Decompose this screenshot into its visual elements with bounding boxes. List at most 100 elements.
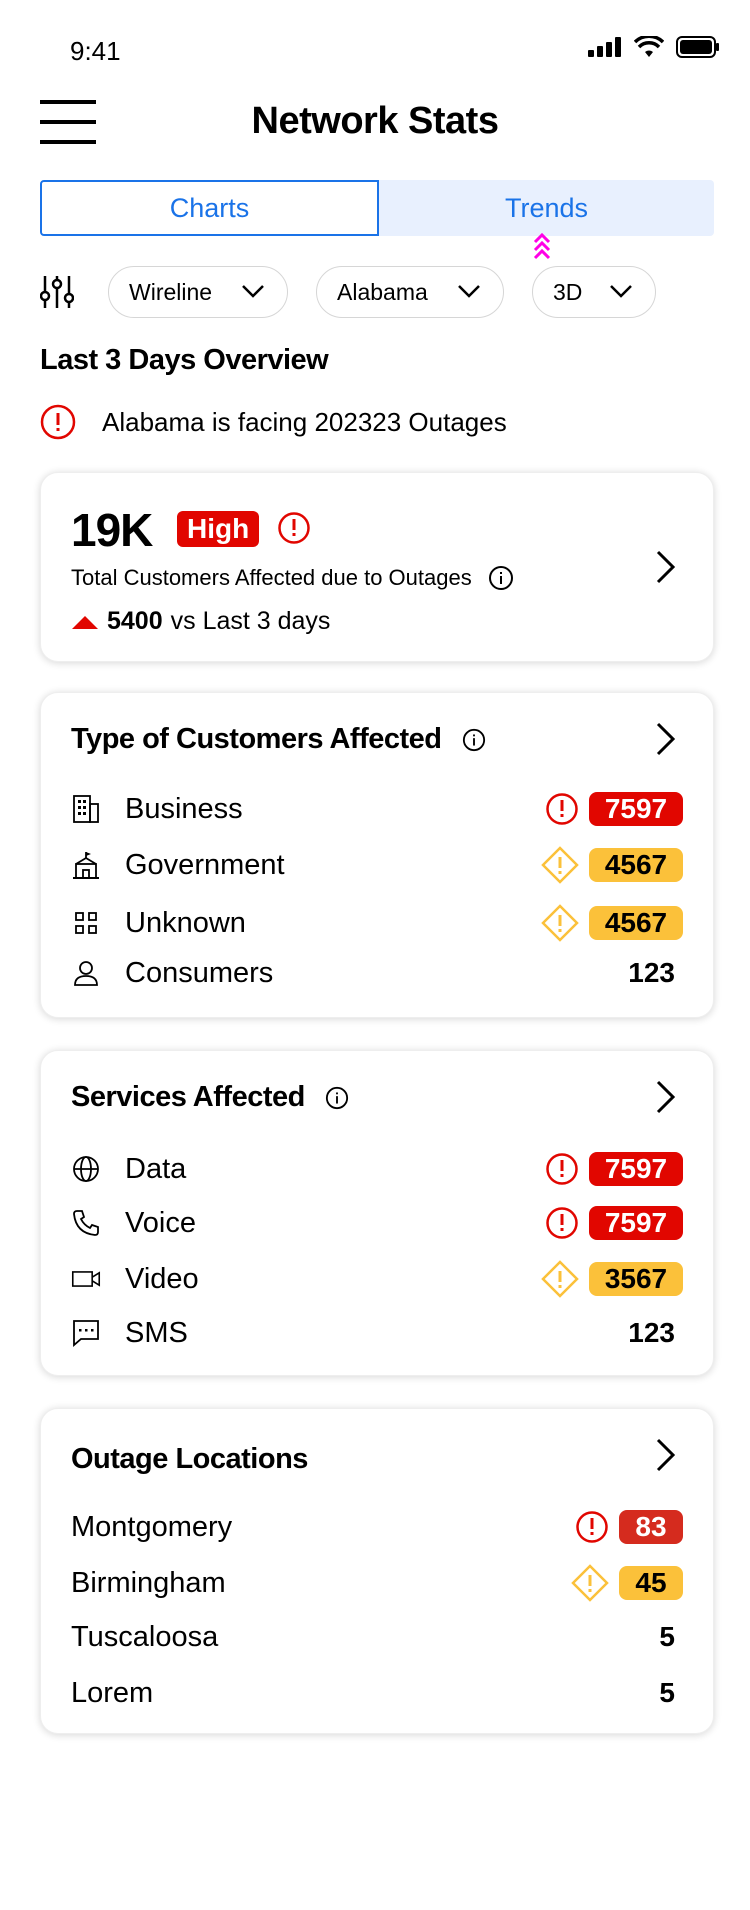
chevron-right-icon[interactable] [655,1079,677,1115]
services-card-title-text: Services Affected [71,1081,305,1113]
trend-suffix: vs Last 3 days [170,607,331,635]
count-badge: 4567 [589,906,683,940]
list-item[interactable]: Unknown 4567 [71,901,683,945]
tab-charts[interactable]: Charts [40,180,379,236]
customers-card-title: Type of Customers Affected [71,723,486,756]
network-type-value: Wireline [129,278,213,305]
overview-trend: 5400 vs Last 3 days [71,607,330,636]
list-item-label: Government [125,848,285,881]
customers-affected-card[interactable]: Type of Customers Affected Business 7597… [40,692,714,1018]
list-item-label: Montgomery [71,1510,233,1543]
network-type-dropdown[interactable]: Wireline [108,266,288,318]
list-item[interactable]: SMS 123 [71,1311,683,1355]
filter-sliders-icon[interactable] [40,274,74,310]
list-item-label: Unknown [125,906,246,939]
alert-circle-icon [40,404,76,440]
chevron-right-icon[interactable] [655,721,677,757]
outage-locations-card[interactable]: Outage Locations Montgomery 83 Birmingha… [40,1408,714,1734]
count-value: 123 [628,1317,675,1348]
list-item[interactable]: Voice 7597 [71,1201,683,1245]
time-range-value: 3D [553,278,583,305]
list-item[interactable]: Video 3567 [71,1257,683,1301]
outage-alert-text: Alabama is facing 202323 Outages [102,406,507,437]
warning-diamond-icon [541,904,579,942]
count-badge: 7597 [589,792,683,826]
government-building-icon [71,850,101,880]
count-badge: 45 [619,1566,683,1600]
page-title: Network Stats [251,100,499,142]
trend-delta: 5400 [107,607,163,635]
grid-icon [71,908,101,938]
state-dropdown[interactable]: Alabama [316,266,504,318]
count-badge: 7597 [589,1152,683,1186]
overview-card[interactable]: 19K High Total Customers Affected due to… [40,472,714,662]
time-range-dropdown[interactable]: 3D [532,266,656,318]
warning-diamond-icon [571,1564,609,1602]
services-card-title: Services Affected [71,1081,349,1114]
list-item-label: Business [125,792,243,825]
list-item-label: Consumers [125,956,274,989]
video-camera-icon [71,1264,101,1294]
list-item-label: Voice [125,1206,196,1239]
list-item-label: Birmingham [71,1566,226,1599]
app-header: Network Stats [0,96,750,152]
warning-diamond-icon [541,846,579,884]
status-time: 9:41 [70,36,121,66]
list-item-label: Tuscaloosa [71,1620,219,1653]
tab-trends[interactable]: Trends [379,180,714,236]
trend-up-icon [72,615,98,629]
phone-icon [71,1208,101,1238]
state-value: Alabama [337,278,428,305]
services-affected-card[interactable]: Services Affected Data 7597 Voice 7597 V… [40,1050,714,1376]
count-badge: 83 [619,1510,683,1544]
building-icon [71,794,101,824]
overview-description: Total Customers Affected due to Outages [71,565,514,591]
view-tabs: Charts Trends [40,180,714,236]
list-item-label: Data [125,1152,187,1185]
status-bar: 9:41 [0,0,750,90]
list-item-label: Video [125,1262,199,1295]
chevron-down-icon [242,285,264,298]
count-badge: 3567 [589,1262,683,1296]
info-icon[interactable] [462,728,486,752]
list-item[interactable]: Government 4567 [71,843,683,887]
list-item[interactable]: Data 7597 [71,1147,683,1191]
globe-icon [71,1154,101,1184]
list-item[interactable]: Montgomery 83 [71,1505,683,1549]
alert-circle-icon [278,512,310,544]
customers-card-title-text: Type of Customers Affected [71,723,442,755]
list-item[interactable]: Business 7597 [71,787,683,831]
alert-circle-icon [546,1153,578,1185]
chevron-down-icon [458,285,480,298]
list-item[interactable]: Lorem 5 [71,1671,683,1715]
info-icon[interactable] [325,1086,349,1110]
info-icon[interactable] [488,565,514,591]
total-affected-value: 19K [71,504,153,556]
list-item[interactable]: Consumers 123 [71,951,683,995]
battery-icon [676,36,719,58]
count-value: 5 [659,1677,675,1708]
list-item[interactable]: Birmingham 45 [71,1561,683,1605]
warning-diamond-icon [541,1260,579,1298]
chevron-right-icon[interactable] [655,549,677,585]
count-badge: 7597 [589,1206,683,1240]
section-title: Last 3 Days Overview [40,344,329,376]
scroll-indicator-icon [533,232,551,260]
person-icon [71,958,101,988]
signal-icon [588,37,621,57]
list-item-label: SMS [125,1316,188,1349]
count-badge: 4567 [589,848,683,882]
count-value: 123 [628,957,675,988]
outage-alert: Alabama is facing 202323 Outages [40,404,507,440]
alert-circle-icon [546,1207,578,1239]
alert-circle-icon [576,1511,608,1543]
locations-card-title: Outage Locations [71,1443,308,1475]
alert-circle-icon [546,793,578,825]
wifi-icon [634,36,664,57]
list-item-label: Lorem [71,1676,154,1709]
overview-description-text: Total Customers Affected due to Outages [71,565,472,590]
chevron-down-icon [610,285,632,298]
list-item[interactable]: Tuscaloosa 5 [71,1615,683,1659]
chevron-right-icon[interactable] [655,1437,677,1473]
filter-bar: Wireline Alabama 3D [40,266,720,318]
